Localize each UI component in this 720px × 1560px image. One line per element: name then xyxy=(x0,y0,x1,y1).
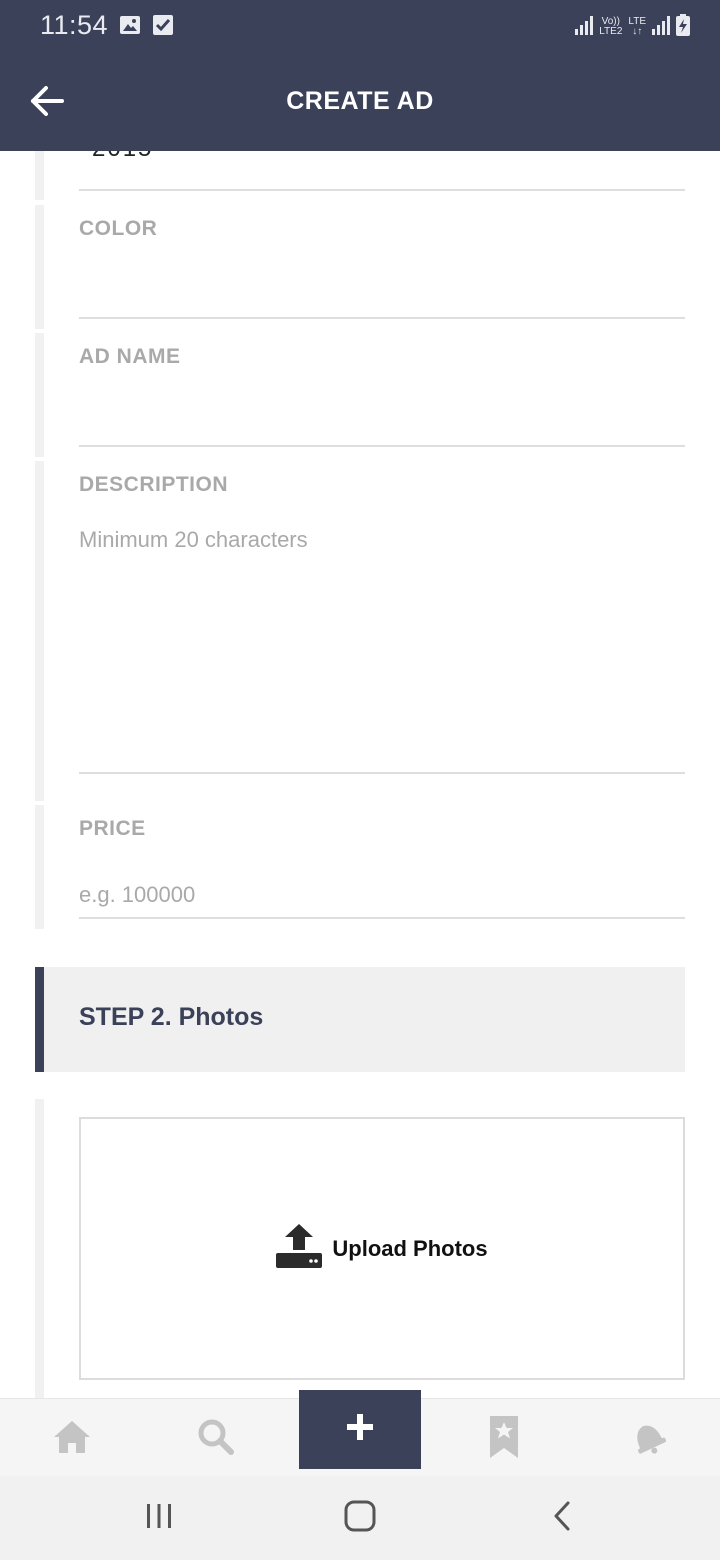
page-title: CREATE AD xyxy=(286,87,434,115)
ad-name-input[interactable] xyxy=(79,389,685,441)
image-icon xyxy=(119,14,141,36)
upload-icon xyxy=(276,1224,323,1273)
description-label: DESCRIPTION xyxy=(79,473,229,496)
field-divider xyxy=(79,917,685,919)
step-2-title: STEP 2. Photos xyxy=(79,1003,264,1031)
nav-saved[interactable] xyxy=(480,1415,528,1463)
description-textarea[interactable] xyxy=(79,527,685,757)
year-value: 2015 xyxy=(92,151,153,163)
color-label: COLOR xyxy=(79,217,158,240)
upload-photos-label: Upload Photos xyxy=(332,1235,488,1261)
system-home-button[interactable] xyxy=(338,1496,382,1540)
recent-apps-icon xyxy=(144,1501,174,1536)
nav-search[interactable] xyxy=(192,1415,240,1463)
back-chevron-icon xyxy=(550,1500,574,1537)
color-input[interactable] xyxy=(79,261,685,313)
price-label: PRICE xyxy=(79,817,146,840)
app-bar: CREATE AD xyxy=(0,54,720,151)
plus-icon xyxy=(347,1414,373,1445)
description-field[interactable]: DESCRIPTION xyxy=(79,473,685,775)
form-rail xyxy=(35,1099,44,1398)
system-nav-bar xyxy=(0,1476,720,1560)
form-rail xyxy=(35,333,44,457)
lte-indicator: LTE ↓↑ xyxy=(628,16,646,37)
nav-home[interactable] xyxy=(48,1415,96,1463)
bell-icon xyxy=(628,1417,668,1462)
lte-label: LTE xyxy=(628,16,646,27)
color-field[interactable]: COLOR xyxy=(79,217,685,320)
field-divider xyxy=(79,772,685,774)
volte-indicator: Vo)) LTE2 xyxy=(599,17,622,37)
battery-charging-icon xyxy=(676,13,690,41)
nav-notifications[interactable] xyxy=(624,1415,672,1463)
field-divider xyxy=(79,317,685,319)
system-back-button[interactable] xyxy=(540,1496,584,1540)
home-icon xyxy=(52,1419,92,1460)
ad-name-label: AD NAME xyxy=(79,345,181,368)
bookmark-star-icon xyxy=(490,1415,518,1463)
checkbox-icon xyxy=(152,14,174,36)
signal-icon xyxy=(575,15,594,40)
field-divider xyxy=(79,189,685,191)
signal-icon xyxy=(652,15,670,40)
status-indicators: Vo)) LTE2 LTE ↓↑ xyxy=(575,12,690,42)
nav-create-ad[interactable] xyxy=(299,1390,421,1469)
price-input[interactable] xyxy=(79,873,685,917)
field-divider xyxy=(79,445,685,447)
upload-photos-button[interactable]: Upload Photos xyxy=(79,1117,685,1380)
ad-name-field[interactable]: AD NAME xyxy=(79,345,685,448)
bottom-nav xyxy=(0,1390,720,1476)
recent-apps-button[interactable] xyxy=(137,1496,181,1540)
search-icon xyxy=(196,1417,236,1462)
form-rail xyxy=(35,151,44,200)
home-circle-icon xyxy=(344,1500,376,1537)
status-bar: 11:54 Vo)) LTE2 LTE ↓↑ xyxy=(0,0,720,54)
form-rail xyxy=(35,461,44,801)
lte2-label: LTE2 xyxy=(599,26,623,37)
step-2-header: STEP 2. Photos xyxy=(35,967,685,1072)
form-rail xyxy=(35,805,44,929)
create-ad-form[interactable]: 2015 COLOR AD NAME DESCRIPTION PRICE STE… xyxy=(0,151,720,1398)
form-rail xyxy=(35,205,44,329)
status-time: 11:54 xyxy=(40,10,109,40)
price-field[interactable]: PRICE xyxy=(79,817,685,921)
